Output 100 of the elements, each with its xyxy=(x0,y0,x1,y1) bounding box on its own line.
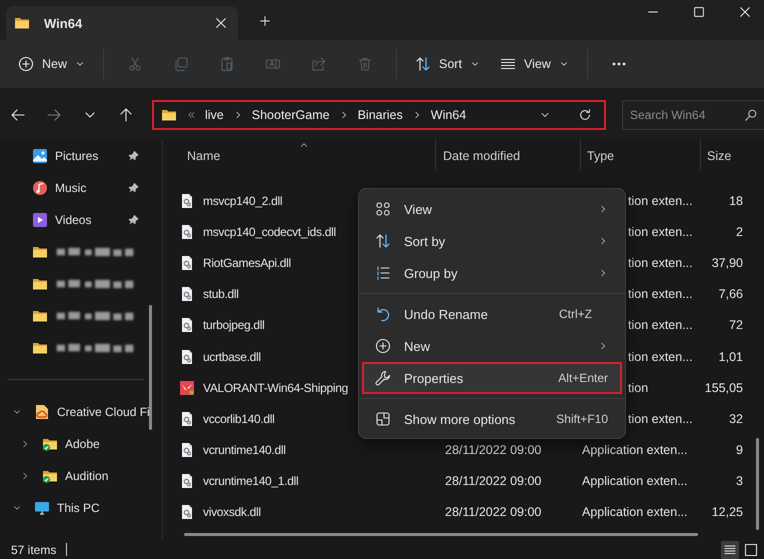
grid-icon xyxy=(375,201,391,217)
synced-folder-icon xyxy=(42,468,58,484)
size-cell: 155,05 xyxy=(704,380,743,395)
sort-button[interactable]: Sort xyxy=(407,48,488,80)
menu-item[interactable]: View xyxy=(362,193,622,225)
pin-icon[interactable] xyxy=(128,182,140,194)
file-name[interactable]: vivoxsdk.dll xyxy=(203,505,261,520)
music-icon[interactable] xyxy=(32,180,48,196)
pin-icon[interactable] xyxy=(128,214,140,226)
pc-icon xyxy=(34,500,50,516)
dll-file-icon xyxy=(179,410,195,427)
address-bar[interactable]: live ShooterGame Binaries Win64 xyxy=(152,100,606,130)
menu-item[interactable]: Properties Alt+Enter xyxy=(362,362,622,394)
folder-icon[interactable] xyxy=(32,244,48,260)
file-name[interactable]: vcruntime140_1.dll xyxy=(203,474,298,488)
search-field[interactable]: Search Win64 xyxy=(622,100,764,130)
date-cell: 28/11/2022 09:00 xyxy=(445,474,542,488)
date-cell: 28/11/2022 09:00 xyxy=(445,443,542,458)
folder-icon[interactable] xyxy=(32,308,48,324)
sidebar-item[interactable]: Videos xyxy=(55,213,92,227)
new-button[interactable]: New xyxy=(10,48,94,80)
item-count: 57 items xyxy=(11,542,56,556)
list-icon xyxy=(375,265,391,281)
pin-icon[interactable] xyxy=(128,150,140,162)
size-cell: 12,25 xyxy=(712,505,743,520)
file-name[interactable]: turbojpeg.dll xyxy=(203,318,264,332)
undo-icon xyxy=(375,306,391,322)
wrench-icon xyxy=(375,370,391,386)
up-arrow-icon[interactable] xyxy=(118,106,134,122)
menu-item[interactable]: New xyxy=(362,330,622,362)
overflow-chevron-icon[interactable] xyxy=(186,110,196,120)
type-cell-text: tion exten... xyxy=(627,256,693,270)
breadcrumb[interactable]: Win64 xyxy=(430,108,466,122)
size-cell: 7,66 xyxy=(718,287,743,302)
scrollbar[interactable] xyxy=(756,438,759,530)
size-cell: 1,01 xyxy=(718,350,743,364)
type-cell-text: tion exten... xyxy=(627,194,693,208)
menu-item[interactable]: Sort by xyxy=(362,225,622,257)
folder-icon[interactable] xyxy=(32,340,48,356)
file-name[interactable]: vccorlib140.dll xyxy=(203,412,275,426)
dll-file-icon xyxy=(179,473,195,490)
view-icon xyxy=(500,56,516,72)
refresh-icon[interactable] xyxy=(578,108,592,122)
folder-icon xyxy=(14,15,30,31)
menu-item[interactable]: Show more options Shift+F10 xyxy=(362,403,622,435)
menu-item[interactable]: Undo Rename Ctrl+Z xyxy=(362,298,622,330)
file-name[interactable]: ucrtbase.dll xyxy=(203,350,261,364)
expand-icon xyxy=(375,411,391,427)
sidebar-item[interactable]: Music xyxy=(55,181,86,195)
cloud-folder-icon xyxy=(34,404,50,420)
pictures-icon[interactable] xyxy=(32,148,48,164)
details-view-icon[interactable] xyxy=(721,540,739,558)
new-tab-icon[interactable] xyxy=(258,14,272,28)
file-name[interactable]: VALORANT-Win64-Shipping xyxy=(203,380,348,395)
view-button[interactable]: View xyxy=(492,48,577,80)
column-header[interactable]: Name xyxy=(187,148,220,162)
scrollbar[interactable] xyxy=(149,305,152,430)
column-header[interactable]: Size xyxy=(707,148,732,162)
size-cell: 37,90 xyxy=(712,256,743,270)
new-icon xyxy=(375,338,391,354)
new-icon xyxy=(18,56,34,72)
search-icon[interactable] xyxy=(744,108,758,122)
sidebar-item[interactable]: Pictures xyxy=(55,149,98,163)
maximize-icon[interactable] xyxy=(692,5,706,19)
file-name[interactable]: vcruntime140.dll xyxy=(203,443,286,458)
tree-item[interactable]: This PC xyxy=(57,501,100,515)
column-header[interactable]: Date modified xyxy=(443,148,520,162)
breadcrumb[interactable]: ShooterGame xyxy=(252,108,330,122)
window-tab[interactable]: Win64 xyxy=(6,6,238,40)
type-cell: Application exten... xyxy=(582,443,688,458)
sort-icon xyxy=(375,233,391,249)
tree-item[interactable]: Creative Cloud Fi xyxy=(57,405,150,419)
file-name[interactable]: RiotGamesApi.dll xyxy=(203,256,291,270)
dll-file-icon xyxy=(179,348,195,365)
folder-icon[interactable] xyxy=(32,276,48,292)
size-cell: 32 xyxy=(729,412,743,426)
dll-file-icon xyxy=(179,286,195,302)
tree-item[interactable]: Adobe xyxy=(65,437,100,451)
dll-file-icon xyxy=(179,442,195,458)
file-name[interactable]: msvcp140_2.dll xyxy=(203,194,282,208)
column-header[interactable]: Type xyxy=(587,148,614,162)
back-icon[interactable] xyxy=(10,106,26,122)
breadcrumb[interactable]: live xyxy=(205,108,224,122)
dll-file-icon xyxy=(179,254,195,271)
size-cell: 2 xyxy=(736,224,743,239)
scrollbar[interactable] xyxy=(184,533,698,536)
type-cell-text: tion exten... xyxy=(627,350,693,364)
sort-icon xyxy=(415,56,432,72)
tree-item[interactable]: Audition xyxy=(65,469,108,483)
close-icon[interactable] xyxy=(738,5,752,19)
dll-file-icon xyxy=(179,317,195,334)
app-icon xyxy=(179,380,195,396)
file-name[interactable]: stub.dll xyxy=(203,287,239,302)
file-name[interactable]: msvcp140_codecvt_ids.dll xyxy=(203,224,336,239)
dll-file-icon xyxy=(179,504,195,520)
videos-icon[interactable] xyxy=(32,212,48,228)
size-cell: 9 xyxy=(736,443,743,458)
breadcrumb[interactable]: Binaries xyxy=(358,108,403,122)
menu-item[interactable]: Group by xyxy=(362,257,622,289)
close-tab-icon[interactable] xyxy=(214,16,228,30)
